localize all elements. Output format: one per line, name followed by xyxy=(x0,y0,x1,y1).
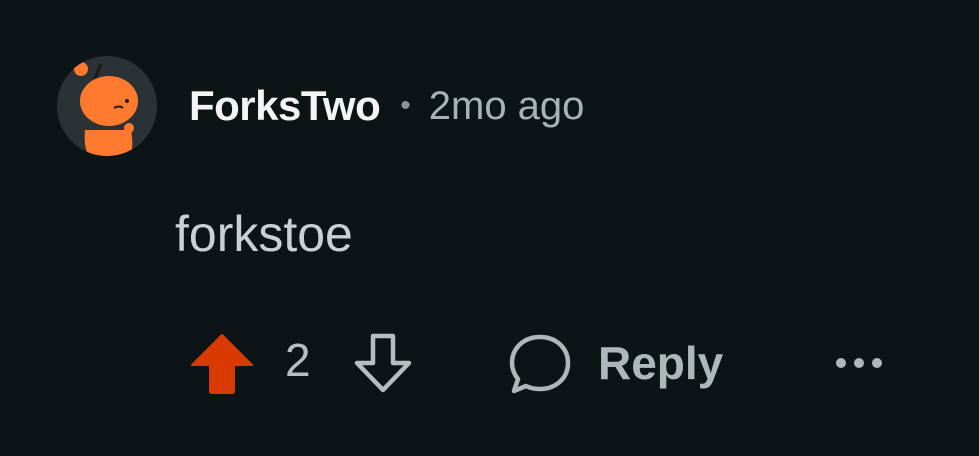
comment: ForksTwo • 2mo ago forkstoe 2 Reply xyxy=(0,0,979,456)
reply-button[interactable]: Reply xyxy=(508,331,723,395)
more-options-button[interactable] xyxy=(832,345,886,381)
user-avatar[interactable] xyxy=(57,56,157,156)
snoo-avatar-icon xyxy=(57,56,157,156)
ellipsis-icon xyxy=(836,358,882,368)
upvote-button[interactable] xyxy=(190,331,254,395)
comment-body: forkstoe xyxy=(175,206,353,262)
timestamp: 2mo ago xyxy=(428,83,585,128)
vote-score: 2 xyxy=(285,334,311,386)
reply-label: Reply xyxy=(598,337,724,389)
meta-separator: • xyxy=(400,89,411,122)
downvote-button[interactable] xyxy=(352,331,414,395)
speech-bubble-icon xyxy=(509,334,571,394)
comment-header: ForksTwo • 2mo ago xyxy=(189,76,584,136)
comment-actions: 2 Reply xyxy=(0,325,979,405)
username[interactable]: ForksTwo xyxy=(189,82,381,130)
upvote-icon xyxy=(191,334,253,394)
downvote-icon xyxy=(354,333,412,393)
